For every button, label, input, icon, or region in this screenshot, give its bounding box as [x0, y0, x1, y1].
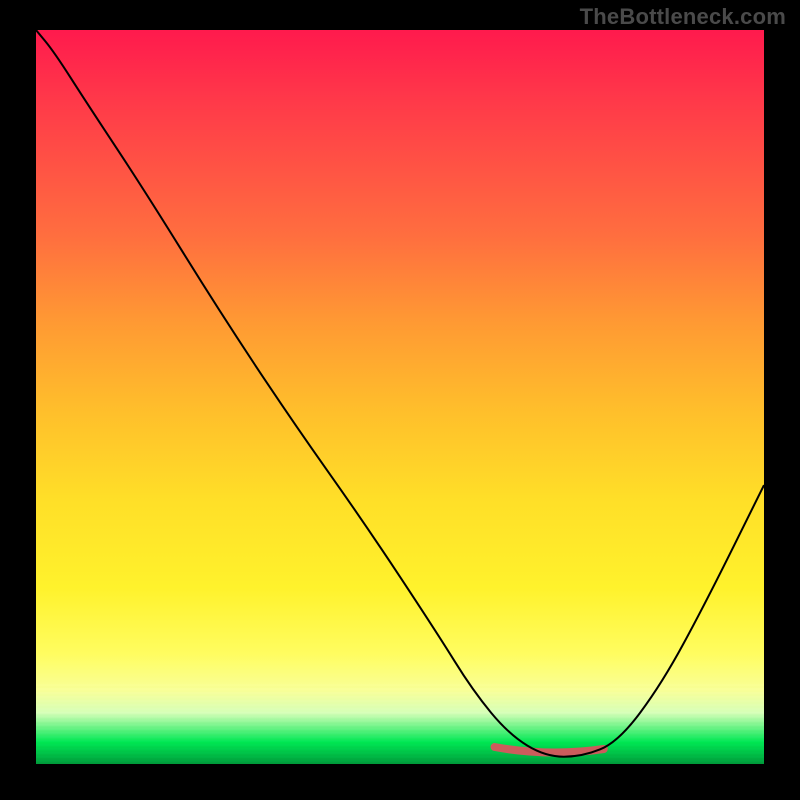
plot-area: [36, 30, 764, 764]
watermark-text: TheBottleneck.com: [580, 4, 786, 30]
bottleneck-curve-path: [36, 30, 764, 757]
bottleneck-curve-svg: [36, 30, 764, 764]
chart-frame: TheBottleneck.com: [0, 0, 800, 800]
valley-highlight-path: [495, 747, 604, 753]
